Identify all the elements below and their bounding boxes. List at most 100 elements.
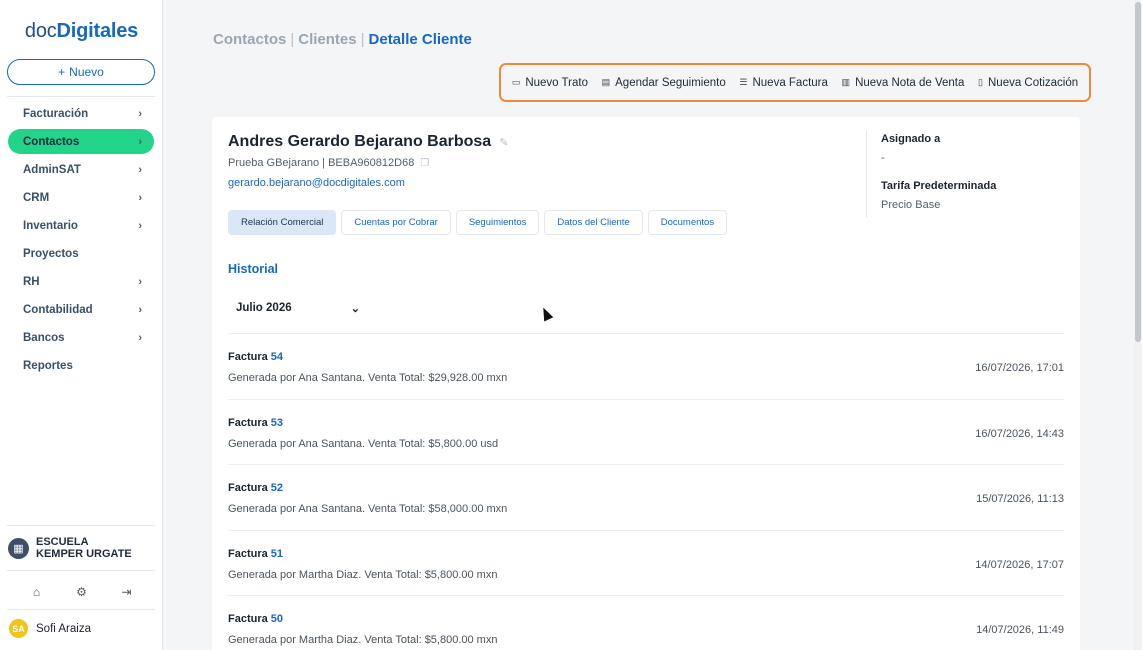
entry-date: 16/07/2026, 17:01	[975, 362, 1064, 374]
logout-icon[interactable]: ⇥	[117, 582, 137, 602]
entry-description: Generada por Ana Santana. Venta Total: $…	[228, 437, 499, 450]
invoice-number-link[interactable]: 52	[271, 482, 283, 494]
nueva-factura-button[interactable]: ☰ Nueva Factura	[739, 77, 828, 89]
client-tabs: Relación Comercial Cuentas por Cobrar Se…	[228, 210, 728, 235]
entry-type: Factura	[228, 613, 268, 625]
chevron-right-icon: ›	[138, 331, 142, 344]
invoice-number-link[interactable]: 51	[271, 548, 283, 560]
sidebar-item-adminsat[interactable]: AdminSAT ›	[8, 157, 154, 182]
invoice-number-link[interactable]: 54	[271, 351, 283, 363]
scrollbar[interactable]	[1134, 0, 1142, 650]
sidebar-item-rh[interactable]: RH ›	[8, 269, 154, 294]
breadcrumb-clientes[interactable]: Clientes	[298, 31, 356, 48]
entry-date: 14/07/2026, 17:07	[975, 558, 1064, 571]
avatar: SA	[9, 619, 28, 638]
chevron-right-icon: ›	[138, 303, 142, 316]
tariff-label: Tarifa Predeterminada	[881, 180, 997, 192]
client-card: Andres Gerardo Bejarano Barbosa ✎ Prueba…	[212, 117, 1080, 650]
chevron-right-icon: ›	[138, 191, 142, 204]
tab-relacion-comercial[interactable]: Relación Comercial	[228, 210, 337, 235]
list-item[interactable]: Factura 54 Generada por Ana Santana. Vent…	[228, 333, 1064, 399]
tab-documentos[interactable]: Documentos	[647, 210, 728, 235]
copy-icon[interactable]: ❐	[420, 158, 429, 169]
nueva-nota-venta-button[interactable]: ▥ Nueva Nota de Venta	[842, 77, 965, 89]
chevron-right-icon: ›	[138, 275, 142, 288]
building-icon: ▦	[8, 537, 29, 559]
tariff-value: Precio Base	[881, 199, 941, 211]
entry-type: Factura	[228, 416, 268, 429]
nueva-cotizacion-label: Nueva Cotización	[988, 76, 1079, 89]
organization-name: ESCUELA KEMPER URGATE	[36, 536, 132, 560]
list-item[interactable]: Factura 50 Generada por Martha Diaz. Vent…	[228, 595, 1064, 650]
sidebar-item-inventario[interactable]: Inventario ›	[8, 213, 154, 238]
sidebar-item-reportes[interactable]: Reportes	[8, 353, 154, 378]
list-item[interactable]: Factura 52 Generada por Ana Santana. Vent…	[228, 464, 1064, 530]
agendar-seguimiento-button[interactable]: ▤ Agendar Seguimiento	[602, 77, 726, 89]
sidebar-item-facturacion[interactable]: Facturación ›	[8, 101, 154, 126]
assigned-value: -	[881, 152, 885, 164]
calendar-icon: ▤	[601, 77, 611, 87]
entry-title: Factura 51	[228, 548, 283, 560]
sidebar-nav: Facturación › Contactos › AdminSAT › CRM…	[8, 101, 154, 381]
sidebar-item-label: Contabilidad	[23, 303, 93, 316]
entry-title: Factura 50	[228, 613, 283, 625]
entry-type: Factura	[228, 547, 268, 560]
list-item[interactable]: Factura 51 Generada por Martha Diaz. Vent…	[228, 529, 1064, 596]
scrollbar-thumb[interactable]	[1135, 2, 1141, 342]
entry-description: Generada por Martha Diaz. Venta Total: $…	[228, 568, 498, 581]
divider	[7, 570, 155, 571]
sidebar-item-crm[interactable]: CRM ›	[8, 185, 154, 210]
sidebar-item-label: Inventario	[23, 219, 78, 232]
tab-cuentas-por-cobrar[interactable]: Cuentas por Cobrar	[341, 210, 451, 235]
briefcase-icon: ▭	[511, 77, 521, 87]
new-button-label: Nuevo	[69, 65, 104, 79]
user-profile[interactable]: SA Sofi Araiza	[9, 619, 91, 638]
sidebar-item-contabilidad[interactable]: Contabilidad ›	[8, 297, 154, 322]
entry-date: 14/07/2026, 11:49	[976, 624, 1064, 636]
utility-bar: ⌂ ⚙ ⇥	[0, 582, 163, 602]
divider	[7, 525, 155, 526]
organization-switcher[interactable]: ▦ ESCUELA KEMPER URGATE	[8, 536, 136, 560]
new-button[interactable]: + Nuevo	[7, 59, 155, 85]
nueva-factura-label: Nueva Factura	[752, 76, 828, 89]
entry-title: Factura 52	[228, 482, 283, 494]
breadcrumb-separator: |	[290, 31, 295, 48]
list-item[interactable]: Factura 53 Generada por Ana Santana. Vent…	[228, 398, 1064, 465]
breadcrumb-contactos[interactable]: Contactos	[213, 31, 286, 48]
edit-pencil-icon[interactable]: ✎	[499, 136, 508, 149]
breadcrumb-separator: |	[360, 31, 365, 48]
chevron-right-icon: ›	[138, 219, 142, 232]
logo-part-2: Digitales	[56, 20, 139, 42]
breadcrumb-current: Detalle Cliente	[368, 31, 472, 48]
entry-description: Generada por Ana Santana. Venta Total: $…	[228, 503, 508, 515]
sidebar-item-bancos[interactable]: Bancos ›	[8, 325, 154, 350]
history-title: Historial	[228, 262, 279, 276]
sidebar-item-label: Proyectos	[23, 247, 79, 260]
month-select-value: Julio 2026	[236, 302, 292, 314]
sidebar-item-label: Reportes	[23, 359, 73, 372]
bell-icon[interactable]: ⌂	[27, 582, 47, 602]
gear-icon[interactable]: ⚙	[72, 582, 92, 602]
entry-title: Factura 53	[228, 417, 283, 429]
nueva-cotizacion-button[interactable]: ▯ Nueva Cotización	[978, 77, 1078, 89]
sidebar-item-label: RH	[23, 275, 40, 288]
invoice-number-link[interactable]: 50	[271, 613, 283, 625]
invoice-number-link[interactable]: 53	[271, 417, 283, 429]
entry-description: Generada por Martha Diaz. Venta Total: $…	[228, 634, 498, 646]
sidebar-item-proyectos[interactable]: Proyectos	[8, 241, 154, 266]
month-select[interactable]: Julio 2026 ⌄	[228, 295, 368, 321]
client-email[interactable]: gerardo.bejarano@docdigitales.com	[228, 177, 405, 189]
entry-date: 15/07/2026, 11:13	[976, 493, 1064, 505]
logo[interactable]: docDigitales	[0, 20, 163, 43]
sidebar-item-label: Facturación	[23, 107, 89, 120]
entry-date: 16/07/2026, 14:43	[975, 427, 1064, 440]
divider	[7, 609, 155, 610]
sidebar-item-contactos[interactable]: Contactos ›	[8, 129, 154, 154]
entry-type: Factura	[228, 482, 268, 494]
nuevo-trato-button[interactable]: ▭ Nuevo Trato	[512, 77, 588, 89]
tab-datos-del-cliente[interactable]: Datos del Cliente	[544, 210, 643, 235]
tab-seguimientos[interactable]: Seguimientos	[455, 210, 540, 235]
actions-toolbar: ▭ Nuevo Trato ▤ Agendar Seguimiento ☰ Nu…	[499, 63, 1091, 102]
client-subtitle: Prueba GBejarano | BEBA960812D68	[228, 157, 415, 169]
divider	[7, 96, 155, 97]
